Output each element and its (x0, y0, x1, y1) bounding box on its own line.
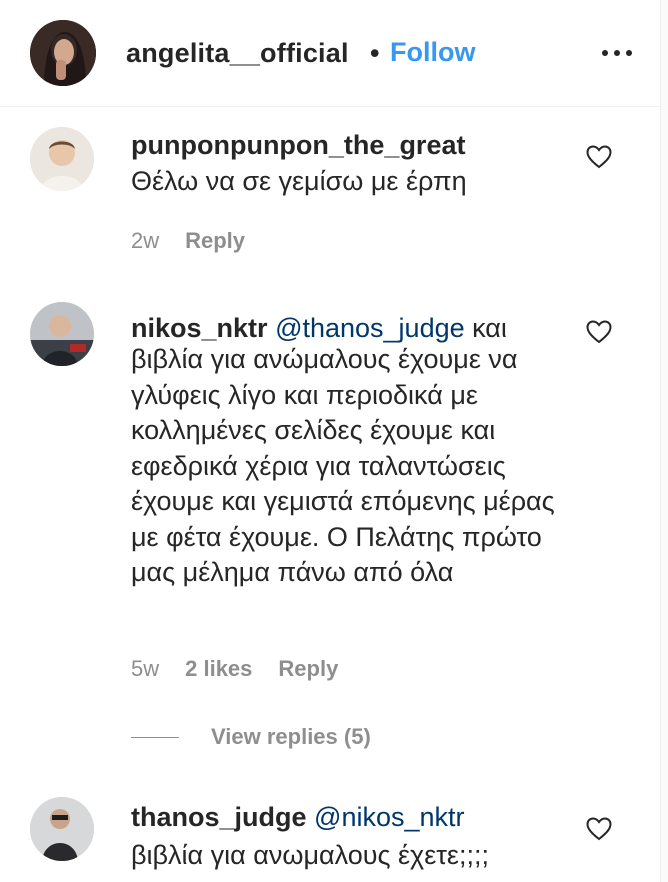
avatar-image (30, 20, 96, 86)
avatar-image (30, 127, 94, 191)
reply-button[interactable]: Reply (185, 228, 245, 254)
avatar-image (30, 797, 94, 861)
comment-username[interactable]: punponpunpon_the_great (131, 130, 465, 161)
view-replies-button[interactable]: View replies (5) (131, 722, 371, 752)
avatar-image (30, 302, 94, 366)
heart-outline-icon[interactable] (586, 145, 612, 169)
header-separator: • (370, 38, 380, 68)
comment-username-line: thanos_judge @nikos_nktr (131, 802, 581, 833)
comment-meta: 2w Reply (131, 228, 245, 254)
scrollbar[interactable] (660, 0, 668, 882)
comment-mention[interactable]: @nikos_nktr (314, 802, 464, 832)
comment-text-lead: και (472, 313, 507, 343)
post-header: angelita__official • Follow (0, 0, 668, 107)
comment-text: Θέλω να σε γεμίσω με έρπη (131, 166, 467, 196)
heart-outline-icon[interactable] (586, 817, 612, 841)
comment-username[interactable]: nikos_nktr (131, 313, 268, 343)
replies-divider (131, 736, 179, 738)
comment-username-line: nikos_nktr @thanos_judge και (131, 313, 581, 344)
comment-text: βιβλία για ανωμαλους έχετε;;;; (131, 840, 489, 870)
heart-outline-icon[interactable] (586, 320, 612, 344)
comment-time: 5w (131, 656, 160, 681)
comment-username[interactable]: thanos_judge (131, 802, 307, 832)
reply-button[interactable]: Reply (278, 656, 338, 682)
more-options-icon[interactable] (600, 45, 634, 61)
comment-avatar[interactable] (30, 127, 94, 191)
view-replies-label: View replies (5) (211, 724, 371, 749)
follow-button[interactable]: Follow (390, 37, 475, 68)
comment-meta: 5w 2 likes Reply (131, 656, 338, 682)
likes-count[interactable]: 2 likes (185, 656, 252, 682)
header-username[interactable]: angelita__official (126, 38, 349, 69)
comment-mention[interactable]: @thanos_judge (275, 313, 465, 343)
comment-avatar[interactable] (30, 797, 94, 861)
comment-time: 2w (131, 228, 160, 253)
comment-avatar[interactable] (30, 302, 94, 366)
comment-text: βιβλία για ανώμαλους έχουμε να γλύφεις λ… (131, 344, 555, 587)
header-avatar[interactable] (30, 20, 96, 86)
